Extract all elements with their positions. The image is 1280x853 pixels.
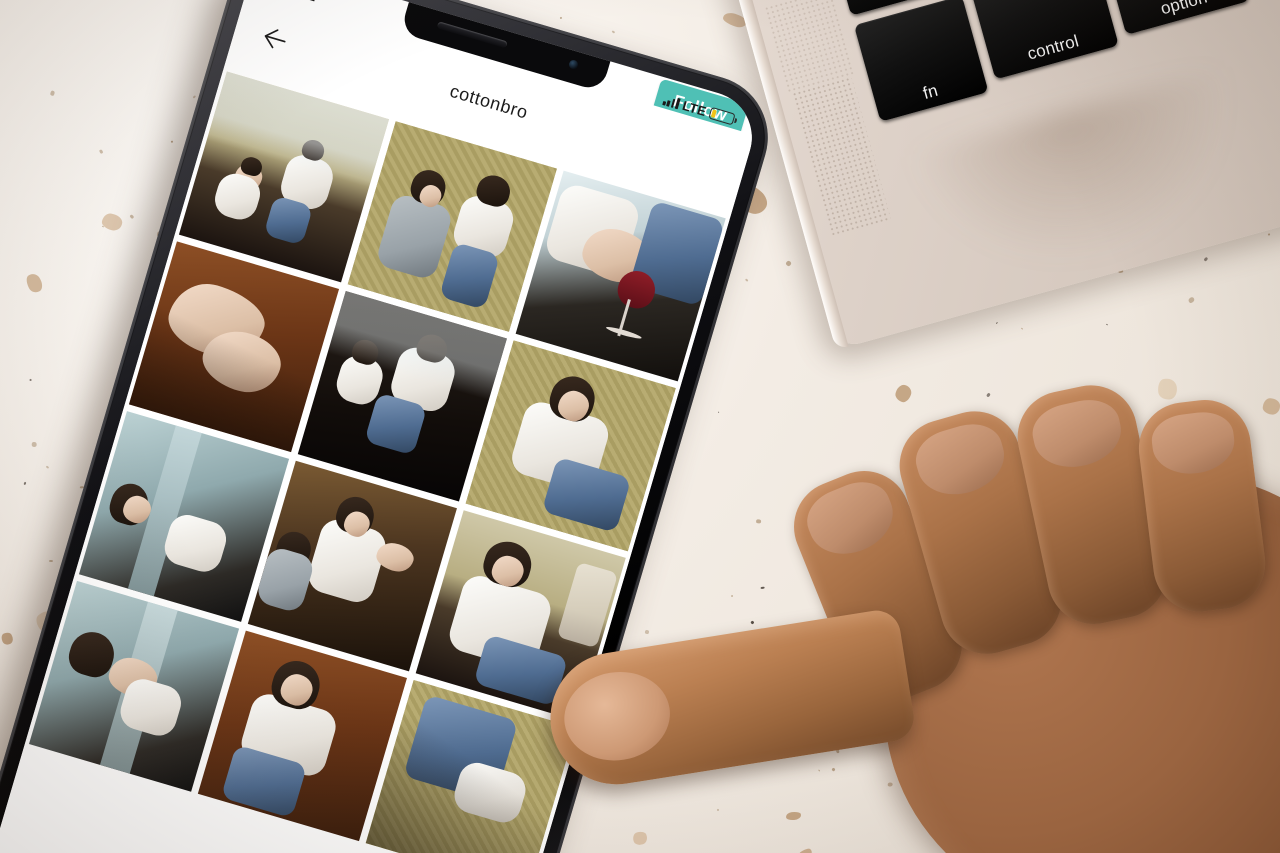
option-key[interactable]: ⌥ option [1099, 0, 1250, 35]
front-camera-icon [567, 58, 580, 71]
fingertip [557, 664, 677, 768]
profile-username: cottonbro [447, 80, 531, 123]
scene-root: ⇧ ] Я fn ^ control ⌥ option c [0, 0, 1280, 853]
battery-low-icon [708, 106, 736, 126]
network-label: LTE [680, 97, 709, 119]
control-key[interactable]: ^ control [968, 0, 1119, 80]
cellular-bars-icon [662, 93, 681, 110]
fn-key[interactable]: fn [853, 0, 989, 122]
